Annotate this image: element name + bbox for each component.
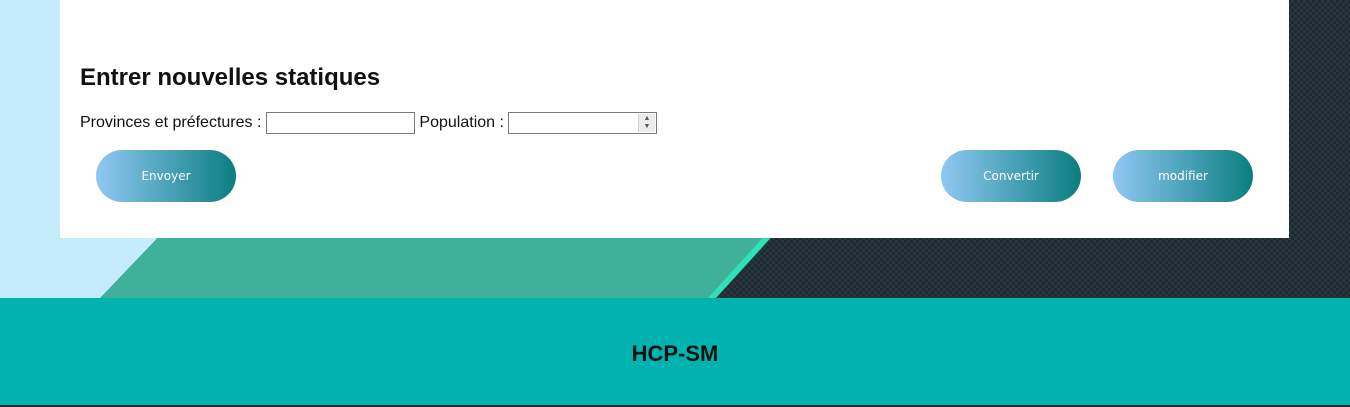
modify-button[interactable]: modifier <box>1113 150 1253 202</box>
convert-button[interactable]: Convertir <box>941 150 1081 202</box>
population-label: Population : <box>419 114 504 131</box>
province-input[interactable] <box>266 112 416 134</box>
form-title: Entrer nouvelles statiques <box>80 64 381 91</box>
chevron-up-icon[interactable]: ▲ <box>643 115 650 123</box>
form-row: Provinces et préfectures : Population : … <box>80 111 657 135</box>
population-field: ▲ ▼ <box>507 112 657 134</box>
number-spinner[interactable]: ▲ ▼ <box>637 114 655 132</box>
send-button[interactable]: Envoyer <box>96 150 236 202</box>
province-label: Provinces et préfectures : <box>80 114 262 131</box>
footer: HCP-SM <box>0 298 1350 405</box>
footer-title: HCP-SM <box>631 341 719 366</box>
population-input[interactable] <box>507 112 657 134</box>
form-card: Entrer nouvelles statiques Provinces et … <box>60 0 1289 238</box>
chevron-down-icon[interactable]: ▼ <box>643 123 650 131</box>
